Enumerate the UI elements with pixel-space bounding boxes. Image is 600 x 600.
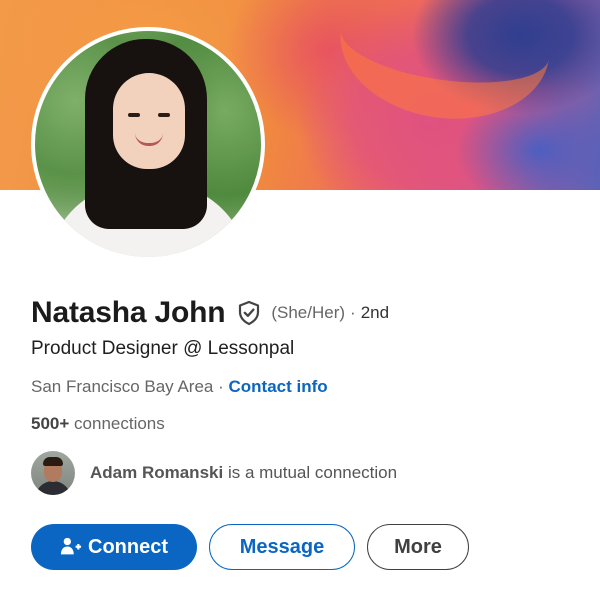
profile-name: Natasha John bbox=[31, 296, 226, 329]
degree-separator: · bbox=[350, 303, 356, 322]
connections-number: 500+ bbox=[31, 414, 70, 433]
mutual-connection-avatar[interactable] bbox=[31, 451, 75, 495]
location-row: San Francisco Bay Area · Contact info bbox=[31, 377, 328, 397]
avatar-eye-left bbox=[128, 113, 140, 117]
location-separator: · bbox=[218, 377, 224, 396]
connections-count[interactable]: 500+ connections bbox=[31, 414, 165, 434]
banner-wave-decoration bbox=[330, 0, 560, 132]
mutual-avatar-hair bbox=[43, 457, 63, 466]
more-button[interactable]: More bbox=[367, 524, 469, 570]
contact-info-link[interactable]: Contact info bbox=[229, 377, 328, 396]
mutual-connection-row[interactable]: Adam Romanski is a mutual connection bbox=[31, 450, 397, 496]
shield-check-icon[interactable] bbox=[236, 300, 262, 326]
profile-actions: Connect Message More bbox=[31, 524, 469, 570]
connect-button-label: Connect bbox=[88, 535, 168, 558]
connections-label: connections bbox=[74, 414, 165, 433]
mutual-connection-text: Adam Romanski is a mutual connection bbox=[90, 463, 397, 483]
add-person-icon bbox=[60, 537, 82, 555]
name-row: Natasha John (She/Her) · 2nd bbox=[31, 293, 389, 333]
connection-degree: 2nd bbox=[360, 303, 390, 322]
mutual-connection-suffix: is a mutual connection bbox=[227, 463, 398, 482]
avatar-face bbox=[113, 73, 185, 169]
profile-avatar[interactable] bbox=[35, 31, 261, 257]
location: San Francisco Bay Area bbox=[31, 377, 214, 396]
pronouns: (She/Her) bbox=[271, 303, 346, 322]
profile-headline: Product Designer @ Lessonpal bbox=[31, 338, 295, 359]
message-button[interactable]: Message bbox=[209, 524, 355, 570]
more-button-label: More bbox=[394, 535, 442, 558]
avatar-eye-right bbox=[158, 113, 170, 117]
mutual-connection-name[interactable]: Adam Romanski bbox=[90, 463, 223, 482]
message-button-label: Message bbox=[239, 535, 325, 558]
mutual-avatar-body bbox=[35, 481, 71, 495]
connect-button[interactable]: Connect bbox=[31, 524, 197, 570]
